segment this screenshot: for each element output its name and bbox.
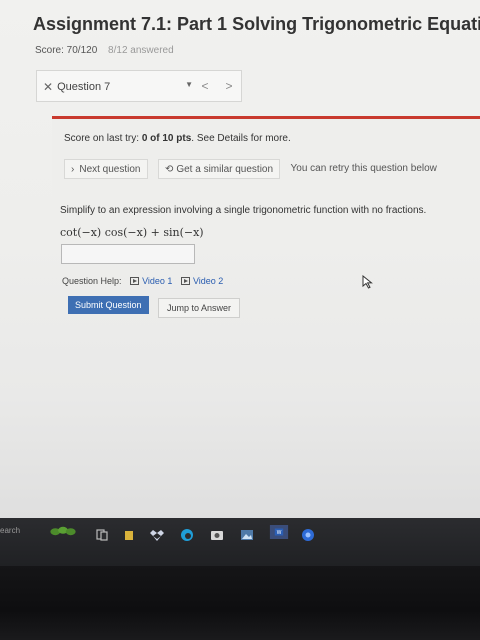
video-1-link[interactable]: Video 1 [130, 276, 172, 286]
video-1-label: Video 1 [142, 276, 173, 286]
answered-count: 8/12 answered [108, 45, 174, 56]
video-2-link[interactable]: Video 2 [180, 276, 224, 286]
leaf-logo-icon[interactable] [42, 524, 84, 538]
assignment-title: Assignment 7.1: Part 1 Solving Trigonome… [33, 14, 480, 34]
result-actions: › Next question ⟲ Get a similar question Y… [64, 159, 437, 179]
answer-input[interactable] [61, 244, 195, 264]
math-expression: cot(−x) cos(−x) + sin(−x) [60, 226, 204, 239]
browser-viewport: Assignment 7.1: Part 1 Solving Trigonome… [0, 0, 480, 530]
question-help: Question Help: Video 1 Video 2 [62, 276, 223, 286]
camera-app-icon[interactable] [210, 528, 224, 542]
next-question-button[interactable]: › Next question [64, 159, 148, 179]
video-2-label: Video 2 [192, 276, 224, 286]
last-try-score: 0 of 10 pts [141, 133, 192, 144]
chevron-right-icon: › [71, 164, 75, 175]
retry-message: You can retry this question below [290, 163, 437, 174]
last-try-text: Score on last try: 0 of 10 pts. See Deta… [64, 133, 291, 144]
taskbar-search[interactable]: earch [0, 526, 20, 535]
file-explorer-icon[interactable] [124, 528, 134, 542]
next-question-label: Next question [79, 164, 141, 175]
close-x-icon: ✕ [43, 80, 54, 94]
question-navigator: ✕ Question 7 ▼ < > [36, 70, 242, 102]
caret-down-icon: ▼ [185, 80, 193, 89]
last-try-suffix: . See Details for more. [191, 133, 291, 144]
similar-question-label: Get a similar question [176, 164, 274, 175]
similar-question-button[interactable]: ⟲ Get a similar question [157, 159, 281, 179]
question-prompt: Simplify to an expression involving a si… [60, 205, 427, 216]
chat-app-icon[interactable] [300, 528, 316, 542]
last-try-prefix: Score on last try: [64, 133, 142, 144]
svg-text:W: W [277, 530, 282, 536]
photos-app-icon[interactable] [240, 528, 254, 542]
prev-question-button[interactable]: < [197, 78, 213, 94]
score-row: Score: 70/120 8/12 answered [35, 45, 174, 56]
result-panel: Score on last try: 0 of 10 pts. See Deta… [52, 116, 480, 196]
monitor-bezel [0, 566, 480, 640]
question-dropdown[interactable]: ✕ Question 7 ▼ [43, 78, 193, 96]
windows-taskbar: earch W [0, 518, 480, 566]
play-icon [130, 277, 140, 285]
jump-to-answer-button[interactable]: Jump to Answer [158, 298, 241, 318]
play-icon [180, 277, 190, 285]
task-view-icon[interactable] [96, 528, 108, 542]
score-text: Score: 70/120 [35, 45, 98, 56]
mouse-cursor-icon [362, 275, 373, 289]
refresh-icon: ⟲ [164, 164, 174, 175]
word-app-icon[interactable]: W [266, 525, 292, 539]
edge-browser-icon[interactable] [180, 528, 194, 542]
next-question-arrow-button[interactable]: > [221, 78, 237, 94]
dropbox-icon[interactable] [150, 528, 164, 542]
question-label: Question 7 [57, 81, 111, 93]
help-label: Question Help: [62, 276, 122, 286]
submit-question-button[interactable]: Submit Question [68, 296, 149, 314]
